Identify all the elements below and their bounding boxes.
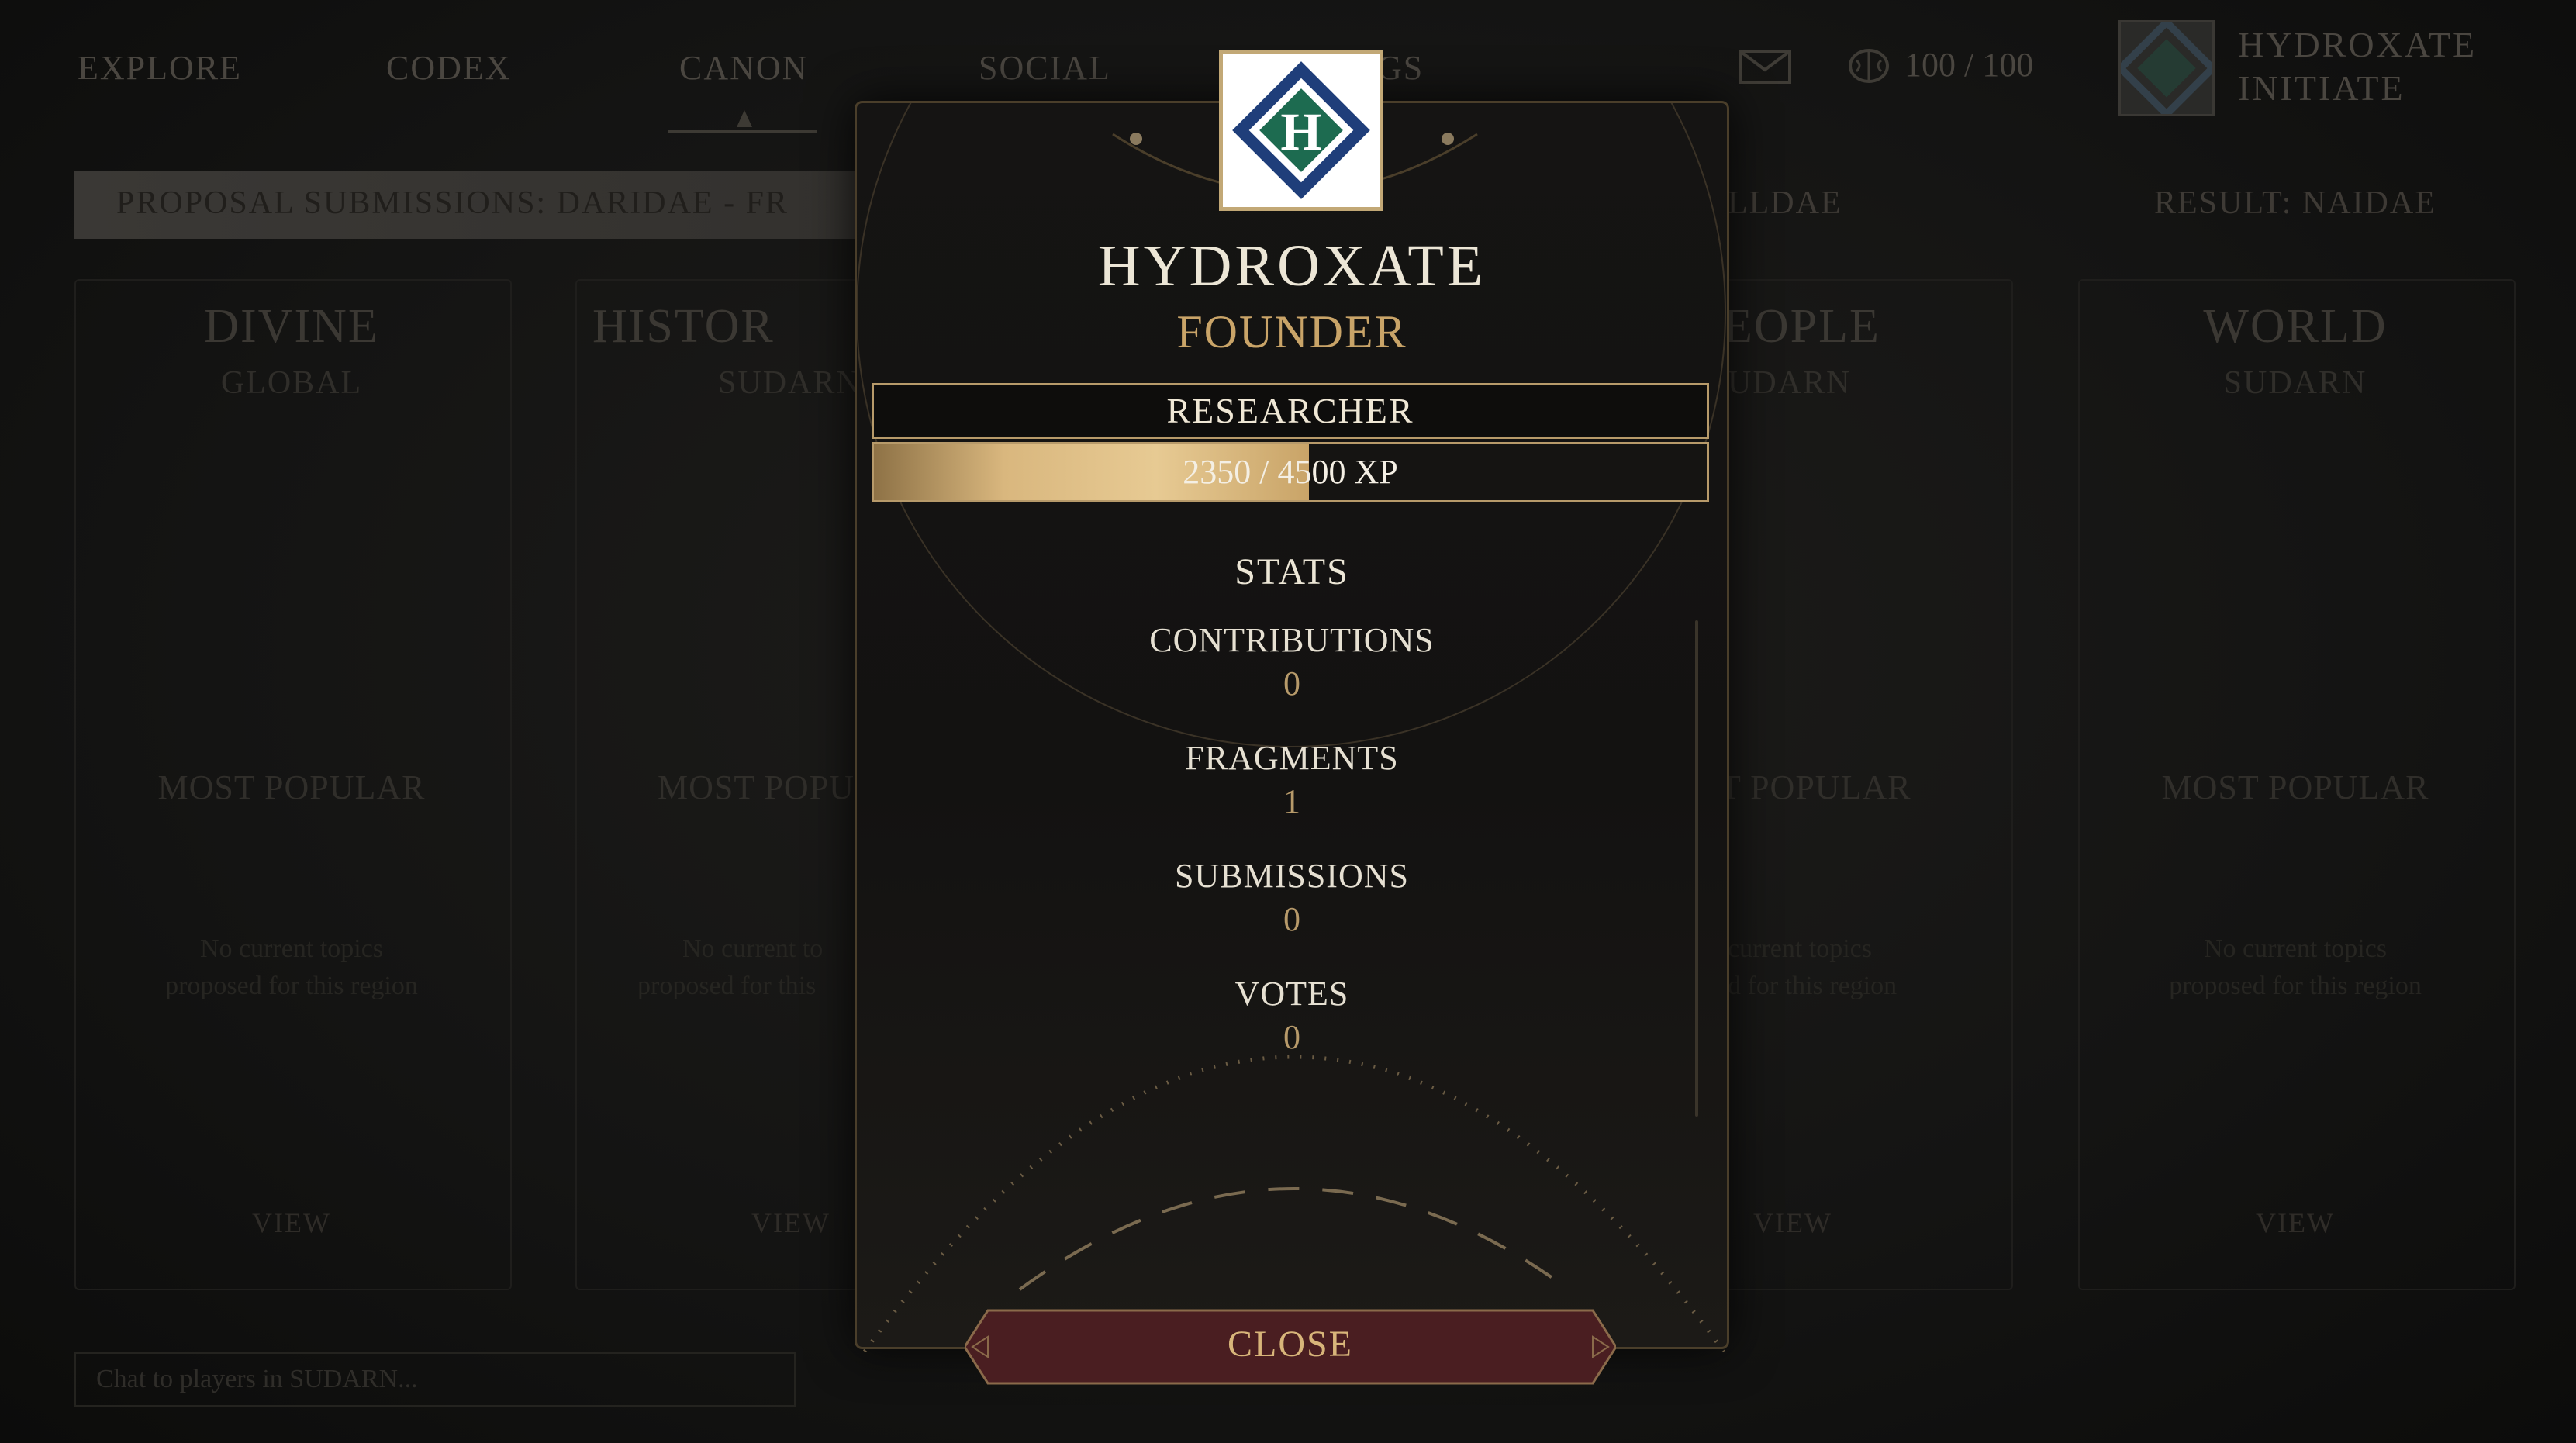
stat-fragments-value: 1: [1283, 782, 1300, 820]
column-empty-line1: No current topics: [2203, 934, 2388, 963]
close-button-label: CLOSE: [1227, 1324, 1353, 1365]
user-name-line1: HYDROXATE: [2238, 25, 2478, 64]
proposal-banner-text: PROPOSAL SUBMISSIONS: DARIDAE - FR: [116, 185, 789, 221]
stat-votes-label: VOTES: [1234, 975, 1349, 1013]
stat-submissions-label: SUBMISSIONS: [1175, 857, 1409, 895]
stat-contributions-value: 0: [1283, 665, 1300, 703]
column-subtitle: GLOBAL: [220, 365, 363, 401]
mail-icon[interactable]: [1739, 48, 1791, 94]
chat-input[interactable]: Chat to players in SUDARN...: [74, 1352, 796, 1407]
column-view-button[interactable]: VIEW: [2063, 1207, 2528, 1239]
column-empty-line2: proposed for this region: [2169, 972, 2422, 1000]
rank-box: RESEARCHER: [872, 383, 1709, 439]
chat-placeholder: Chat to players in SUDARN...: [96, 1365, 418, 1393]
nav-active-underline: [668, 130, 817, 133]
nav-canon[interactable]: CANON: [679, 48, 808, 88]
column-popular: MOST POPULAR: [157, 768, 426, 806]
nav-codex[interactable]: CODEX: [386, 48, 512, 88]
nav-explore[interactable]: EXPLORE: [78, 48, 242, 88]
rank-label: RESEARCHER: [1166, 391, 1414, 430]
user-rank-line2: INITIATE: [2238, 68, 2405, 108]
column-title: DIVINE: [204, 300, 379, 353]
xp-progress-bar: 2350 / 4500 XP: [872, 442, 1709, 502]
column-title: WORLD: [2203, 300, 2388, 353]
player-role: FOUNDER: [1176, 306, 1407, 357]
user-avatar[interactable]: [2115, 17, 2218, 119]
column-subtitle: SUDARN: [2223, 365, 2367, 401]
nav-active-indicator: [737, 110, 752, 127]
stat-fragments-label: FRAGMENTS: [1185, 739, 1399, 777]
stat-submissions-value: 0: [1283, 900, 1300, 938]
column-empty-line1: No current topics: [199, 934, 384, 963]
stat-contributions-label: CONTRIBUTIONS: [1149, 621, 1435, 659]
stats-scrollbar[interactable]: [1695, 620, 1698, 1117]
stats-heading: STATS: [1234, 551, 1349, 592]
player-name: HYDROXATE: [1097, 233, 1487, 299]
nav-social[interactable]: SOCIAL: [979, 48, 1111, 88]
nav-partial-item[interactable]: GS: [1377, 48, 1424, 88]
xp-label: 2350 / 4500 XP: [1183, 453, 1398, 491]
brain-icon: [1849, 48, 1889, 92]
column-view-button[interactable]: VIEW: [59, 1207, 524, 1239]
energy-counter: 100 / 100: [1904, 46, 2034, 84]
stat-votes-value: 0: [1283, 1018, 1300, 1056]
emblem-letter: H: [1280, 102, 1321, 161]
player-emblem: H: [1219, 50, 1383, 211]
banner-result-text: RESULT: NAIDAE: [2154, 185, 2436, 221]
banner-middle-text: LLDAE: [1728, 185, 1842, 221]
column-popular: MOST POPULAR: [2161, 768, 2429, 806]
user-name[interactable]: HYDROXATE INITIATE: [2238, 23, 2477, 110]
column-empty-line2: proposed for this region: [165, 972, 418, 1000]
close-button[interactable]: CLOSE: [965, 1307, 1616, 1386]
